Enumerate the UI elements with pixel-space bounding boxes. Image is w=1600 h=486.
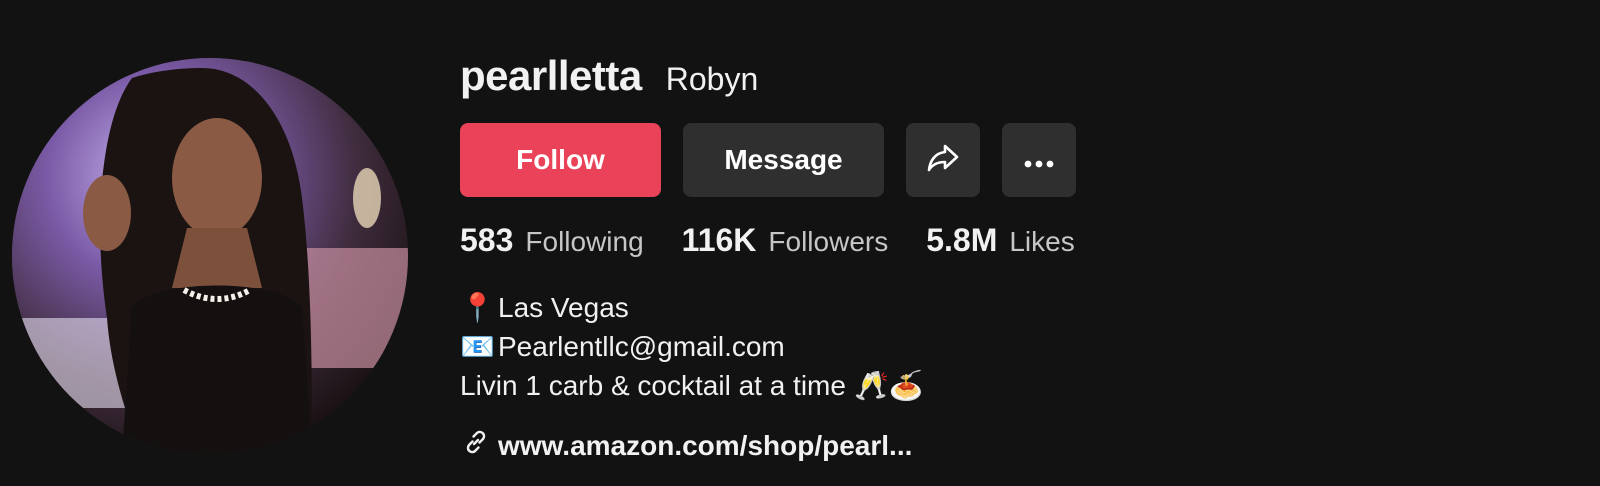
profile-header: pearlletta Robyn Follow Message 583 Foll… <box>0 0 1600 486</box>
likes-label: Likes <box>1009 226 1075 257</box>
followers-count: 116K <box>681 222 757 258</box>
stat-likes: 5.8M Likes <box>926 222 1075 259</box>
nickname: Robyn <box>665 61 759 97</box>
following-count: 583 <box>460 222 514 258</box>
profile-info: pearlletta Robyn Follow Message 583 Foll… <box>460 0 1560 486</box>
username: pearlletta <box>460 52 642 99</box>
bio-email: Pearlentllc@gmail.com <box>498 331 785 362</box>
profile-stats: 583 Following 116K Followers 5.8M Likes <box>460 222 1075 259</box>
bio-link[interactable]: www.amazon.com/shop/pearl... <box>462 428 912 463</box>
stat-followers[interactable]: 116K Followers <box>682 222 889 259</box>
following-label: Following <box>525 226 644 257</box>
likes-count: 5.8M <box>926 222 998 258</box>
follow-button[interactable]: Follow <box>460 123 661 197</box>
link-icon <box>462 428 490 463</box>
followers-label: Followers <box>768 226 889 257</box>
more-icon <box>1022 144 1056 176</box>
bio-location: Las Vegas <box>498 292 629 323</box>
avatar-photo <box>12 58 408 454</box>
avatar[interactable] <box>12 58 408 454</box>
bio-location-line: 📍 Las Vegas <box>460 288 924 327</box>
bio: 📍 Las Vegas 📧 Pearlentllc@gmail.com Livi… <box>460 288 924 405</box>
share-button[interactable] <box>906 123 980 197</box>
bio-tagline-emojis: 🥂🍝 <box>853 370 924 401</box>
more-options-button[interactable] <box>1002 123 1076 197</box>
share-icon <box>926 140 960 181</box>
bio-tagline-line: Livin 1 carb & cocktail at a time 🥂🍝 <box>460 366 924 405</box>
message-button[interactable]: Message <box>683 123 884 197</box>
bio-tagline: Livin 1 carb & cocktail at a time <box>460 370 846 401</box>
action-buttons: Follow Message <box>460 123 1076 197</box>
pin-icon: 📍 <box>460 291 495 324</box>
stat-following[interactable]: 583 Following <box>460 222 644 259</box>
name-row: pearlletta Robyn <box>460 52 758 100</box>
link-text: www.amazon.com/shop/pearl... <box>498 429 913 461</box>
bio-email-line: 📧 Pearlentllc@gmail.com <box>460 327 924 366</box>
envelope-icon: 📧 <box>460 330 495 363</box>
